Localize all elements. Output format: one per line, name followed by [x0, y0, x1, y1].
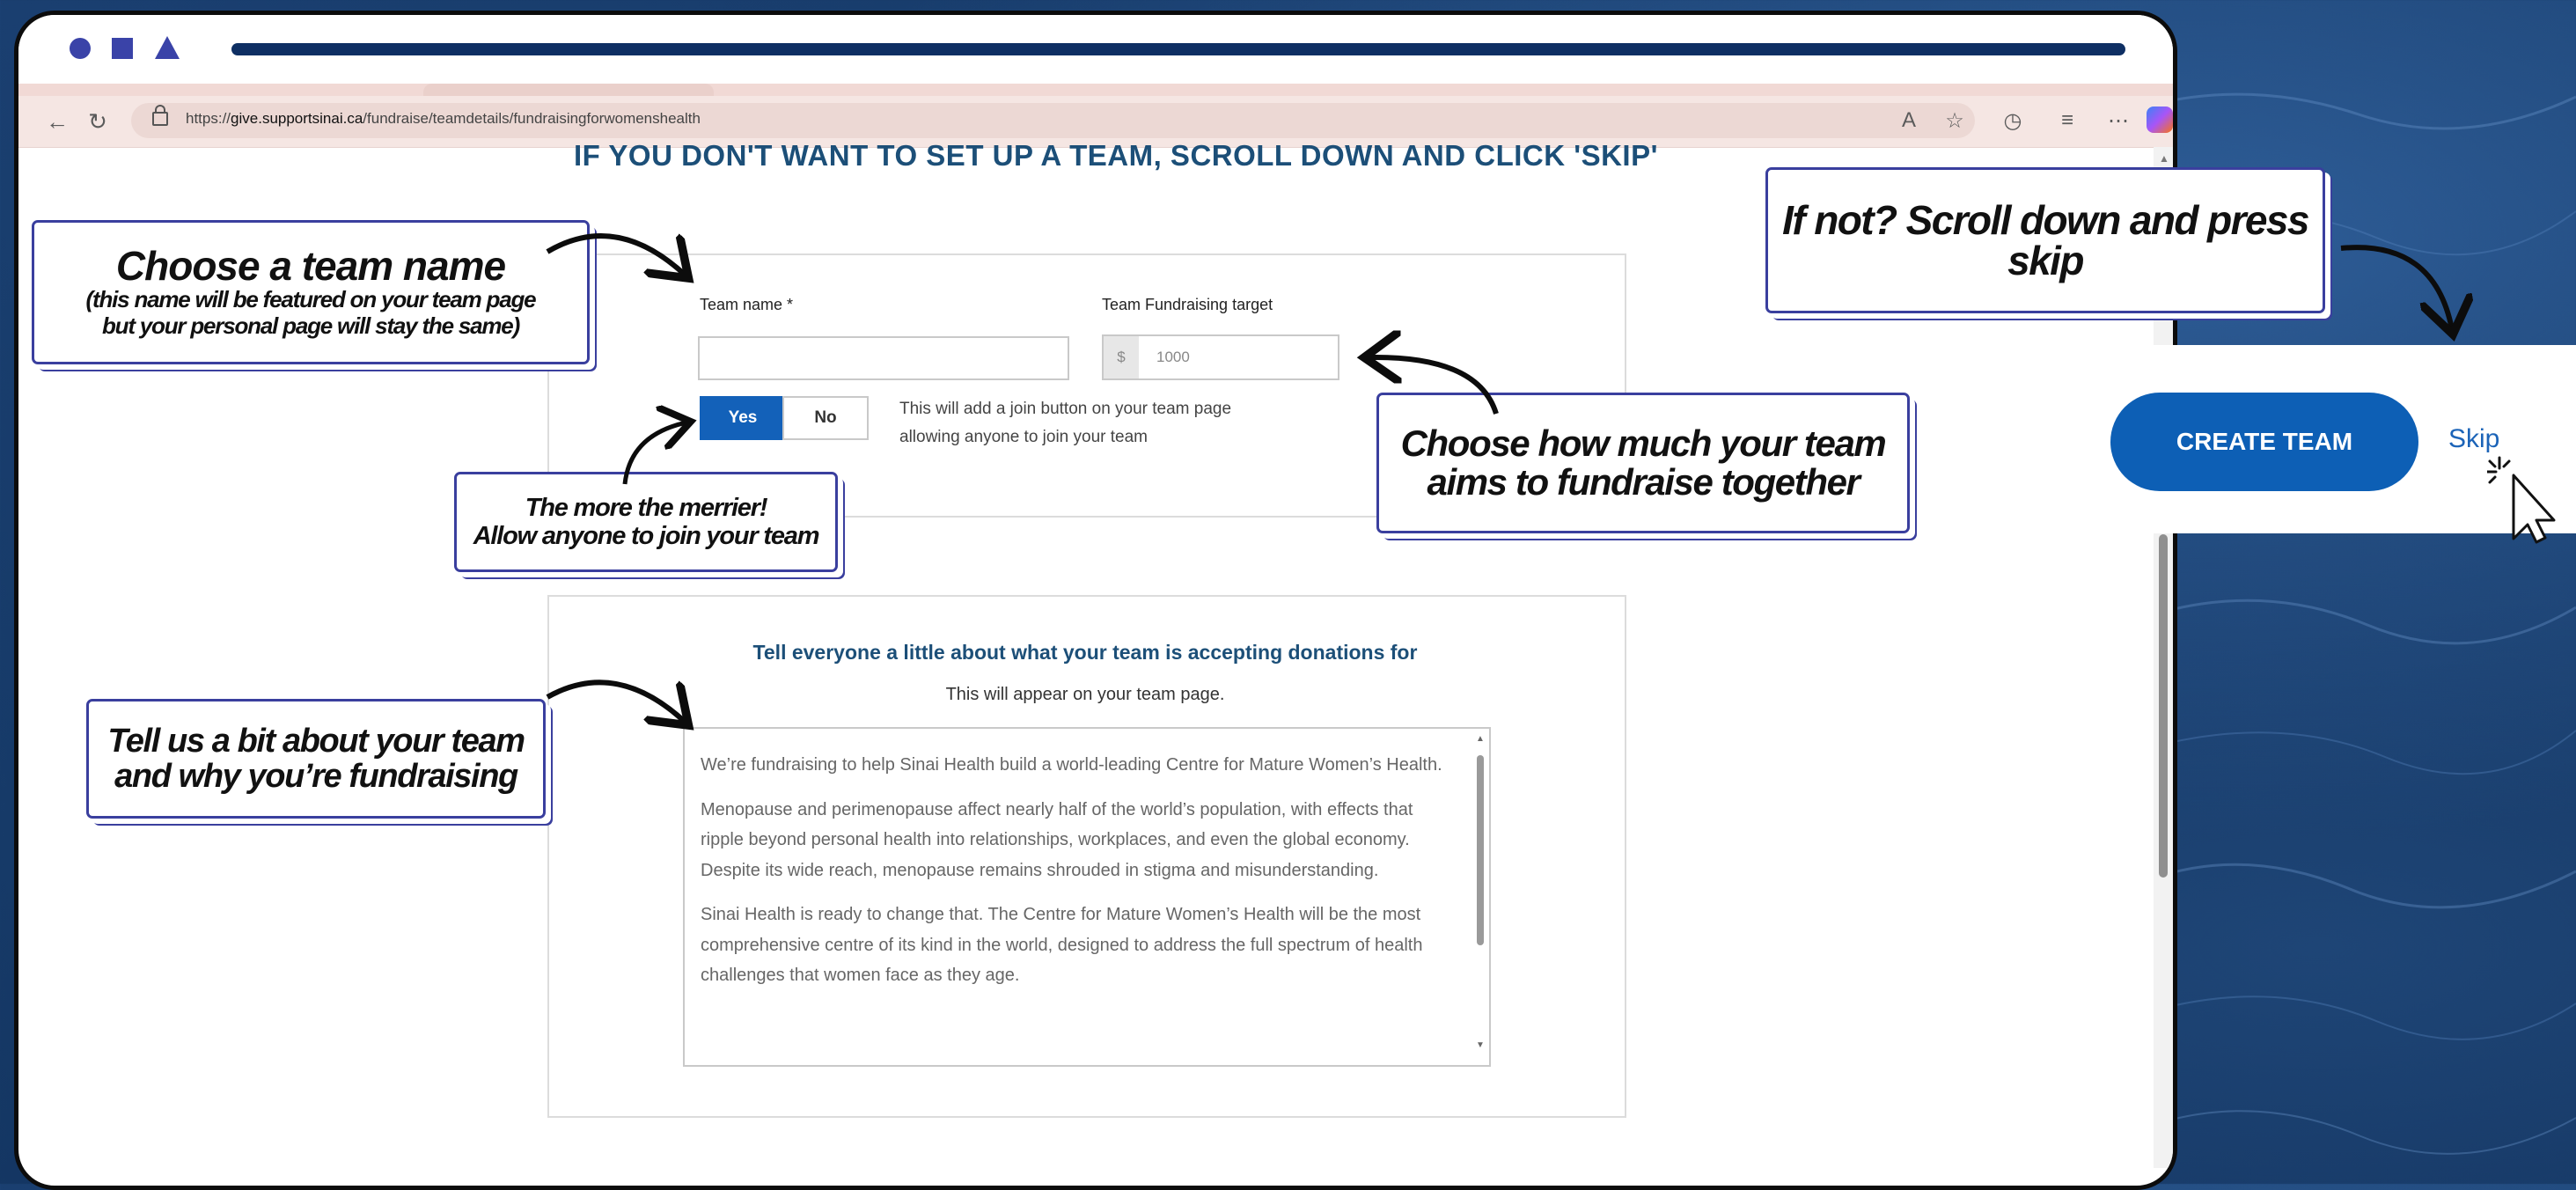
callout-line: The more the merrier!: [525, 494, 768, 522]
page-instruction: IF YOU DON'T WANT TO SET UP A TEAM, SCRO…: [574, 139, 1658, 172]
about-heading: Tell everyone a little about what your t…: [752, 641, 1418, 664]
target-placeholder: 1000: [1156, 349, 1190, 365]
callout-line: but your personal page will stay the sam…: [101, 312, 520, 339]
callout-join: The more the merrier! Allow anyone to jo…: [454, 472, 838, 572]
scroll-down-arrow-icon[interactable]: ▼: [1476, 1040, 1485, 1050]
target-label: Team Fundraising target: [1102, 296, 1273, 313]
description-paragraph: Sinai Health is ready to change that. Th…: [701, 905, 1423, 985]
favorite-icon[interactable]: ☆: [1941, 108, 1969, 134]
callout-title: Choose a team name: [115, 243, 506, 289]
join-toggle-no-button[interactable]: No: [782, 396, 869, 440]
callout-line: aims to fundraise together: [1427, 461, 1860, 503]
read-aloud-icon[interactable]: A: [1895, 108, 1923, 133]
url-text[interactable]: https://give.supportsinai.ca/fundraise/t…: [186, 110, 701, 128]
square-decoration: [112, 38, 133, 59]
callout-line: (this name will be featured on your team…: [85, 286, 537, 312]
textarea-scrollbar[interactable]: ▲ ▼: [1473, 732, 1487, 1058]
callout-line: skip: [2007, 238, 2084, 283]
lock-icon[interactable]: [152, 105, 168, 126]
active-tab[interactable]: [423, 84, 714, 96]
description-paragraph: Menopause and perimenopause affect nearl…: [701, 799, 1413, 880]
callout-line: Choose how much your team: [1400, 422, 1887, 464]
copilot-icon[interactable]: [2147, 107, 2173, 133]
scroll-up-arrow-icon[interactable]: ▲: [1476, 734, 1485, 744]
refresh-icon[interactable]: ↻: [80, 104, 115, 139]
back-icon[interactable]: ←: [40, 104, 75, 139]
callout-team-name: Choose a team name (this name will be fe…: [32, 220, 590, 364]
page-scroll-thumb[interactable]: [2159, 534, 2168, 878]
callout-about: Tell us a bit about your team and why yo…: [86, 699, 546, 819]
callout-line: and why you’re fundraising: [114, 758, 518, 795]
browser-extension-icon[interactable]: ◷: [1999, 108, 2027, 134]
more-icon[interactable]: ⋯: [2104, 108, 2132, 134]
join-toggle-yes-button[interactable]: Yes: [700, 396, 786, 440]
scroll-up-arrow-icon[interactable]: ▲: [2159, 152, 2169, 165]
create-team-button[interactable]: CREATE TEAM: [2110, 393, 2418, 491]
team-name-label: Team name *: [700, 296, 794, 313]
callout-line: If not? Scroll down and press: [1782, 197, 2309, 243]
description-paragraph: We’re fundraising to help Sinai Health b…: [701, 755, 1442, 775]
callout-skip: If not? Scroll down and press skip: [1765, 167, 2325, 313]
skip-link[interactable]: Skip: [2448, 424, 2499, 454]
cursor-click-icon: [2487, 456, 2556, 544]
tab-strip: [18, 84, 2173, 96]
callout-line: Tell us a bit about your team: [107, 723, 525, 760]
team-description-textarea[interactable]: We’re fundraising to help Sinai Health b…: [683, 727, 1491, 1067]
triangle-decoration: [155, 36, 180, 59]
about-subtext: This will appear on your team page.: [945, 685, 1225, 704]
titlebar-bar: [231, 43, 2125, 55]
callout-line: Allow anyone to join your team: [473, 522, 820, 550]
favorites-list-icon[interactable]: ≡: [2053, 108, 2081, 133]
fundraising-target-input[interactable]: $ 1000: [1102, 334, 1339, 380]
join-note: This will add a join button on your team…: [899, 400, 1232, 446]
callout-target: Choose how much your team aims to fundra…: [1376, 393, 1910, 533]
circle-decoration: [70, 38, 91, 59]
window-titlebar: [18, 15, 2173, 84]
textarea-scroll-thumb[interactable]: [1477, 755, 1484, 945]
currency-prefix: $: [1104, 336, 1139, 378]
team-name-input[interactable]: [698, 336, 1069, 380]
